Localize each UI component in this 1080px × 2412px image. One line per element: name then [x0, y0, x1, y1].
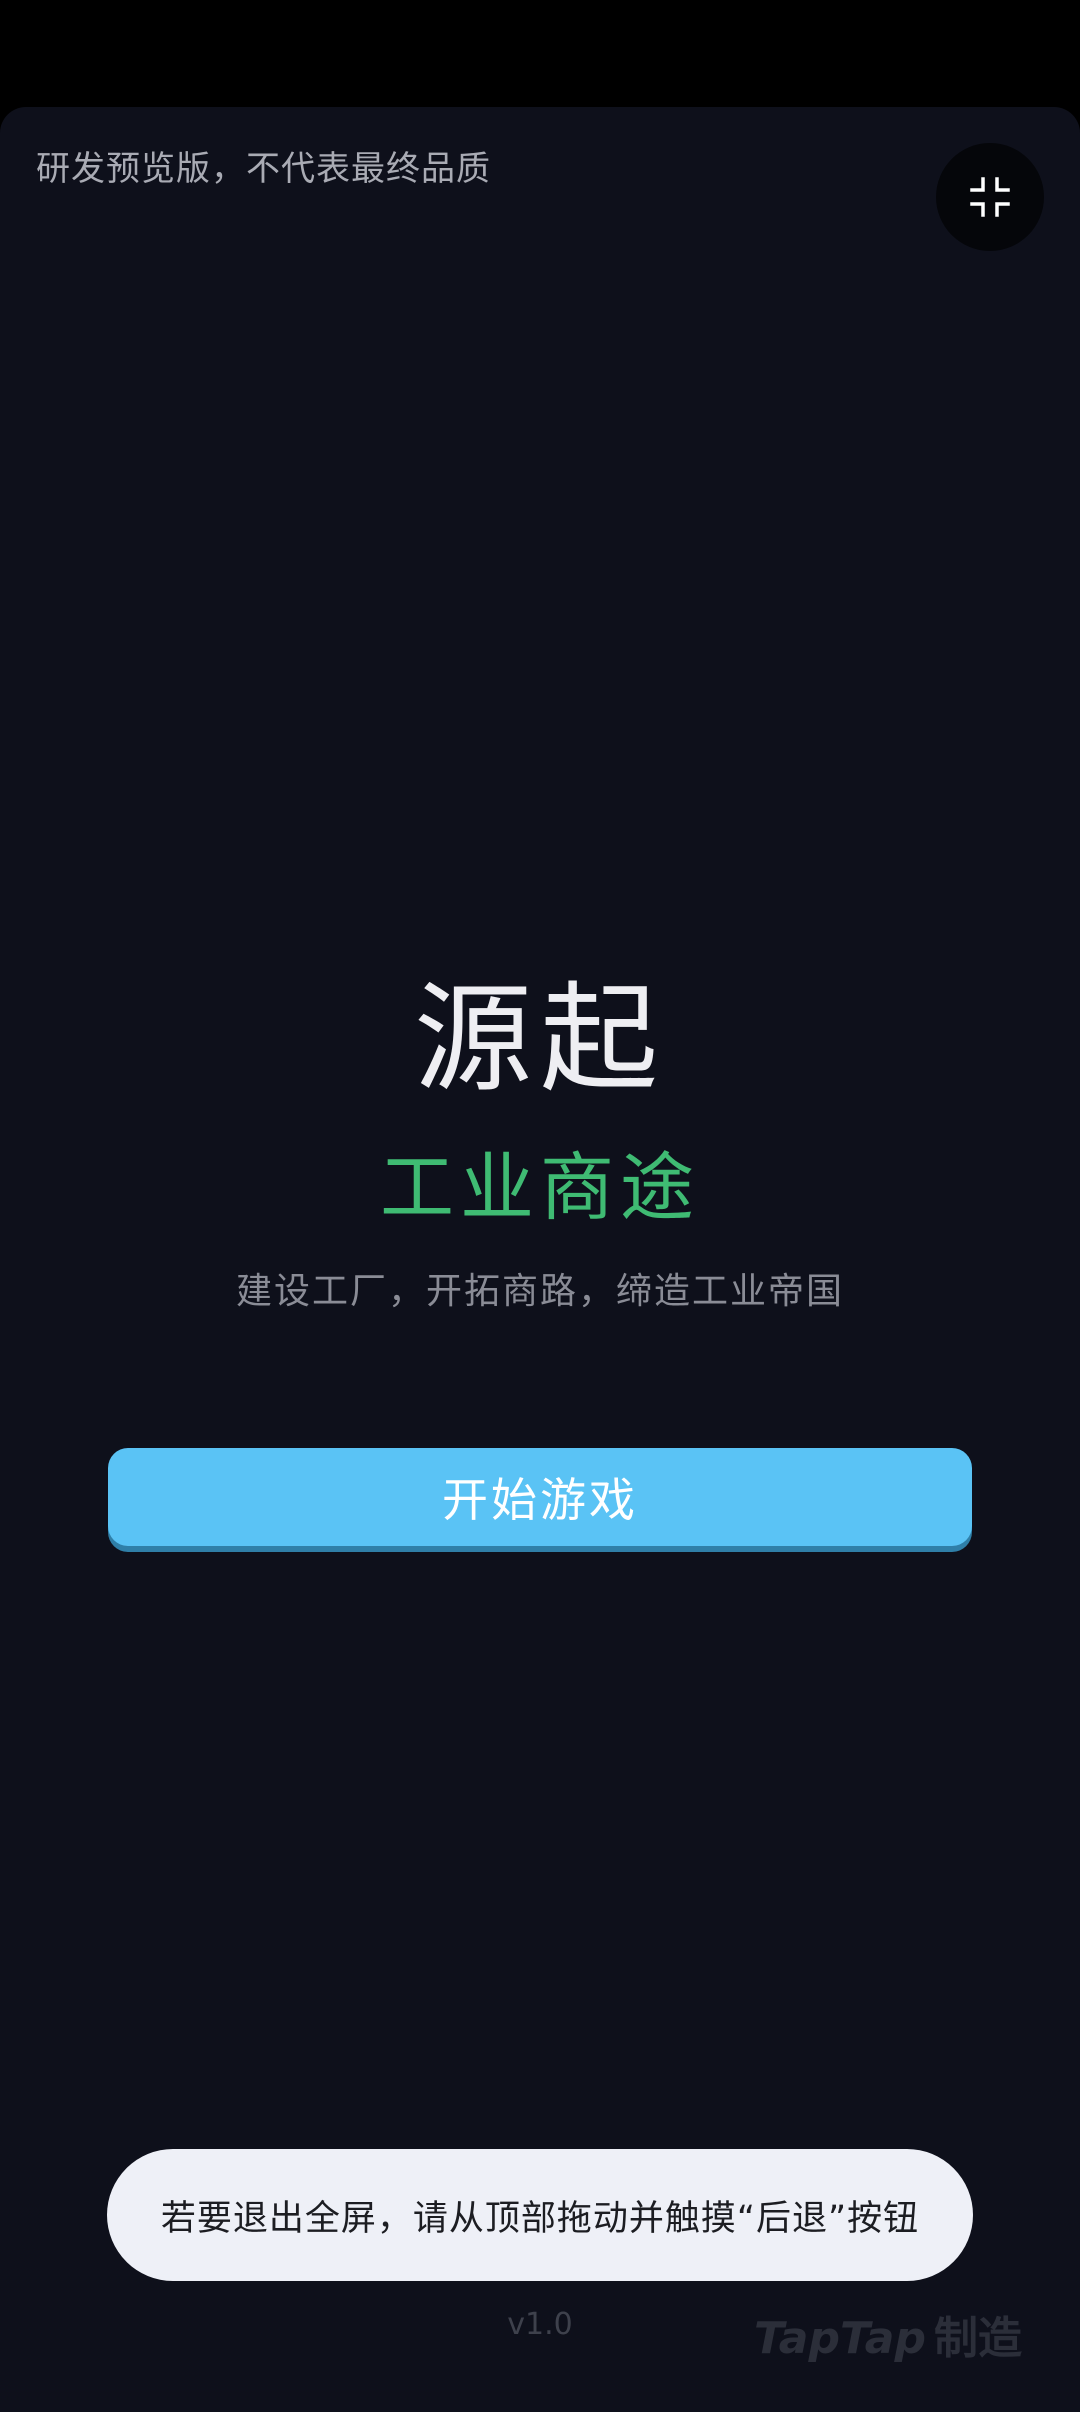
exit-fullscreen-icon [970, 177, 1010, 217]
screen: 研发预览版，不代表最终品质 源起 工业商途 建设工厂，开拓商路，缔造工业帝国 开… [0, 0, 1080, 2412]
game-canvas[interactable]: 研发预览版，不代表最终品质 源起 工业商途 建设工厂，开拓商路，缔造工业帝国 开… [0, 107, 1080, 2412]
watermark-brand: TapTap [754, 2313, 926, 2364]
start-game-button[interactable]: 开始游戏 [108, 1448, 972, 1546]
taptap-watermark: TapTap 制造 [754, 2302, 1022, 2366]
game-subtitle: 工业商途 [380, 1145, 700, 1231]
exit-fullscreen-button[interactable] [936, 143, 1044, 251]
game-title: 源起 [413, 970, 666, 1108]
watermark-suffix: 制造 [933, 2313, 1022, 2364]
preview-notice: 研发预览版，不代表最终品质 [36, 149, 491, 189]
game-tagline: 建设工厂，开拓商路，缔造工业帝国 [235, 1271, 844, 1312]
fullscreen-exit-toast: 若要退出全屏，请从顶部拖动并触摸“后退”按钮 [107, 2149, 973, 2281]
